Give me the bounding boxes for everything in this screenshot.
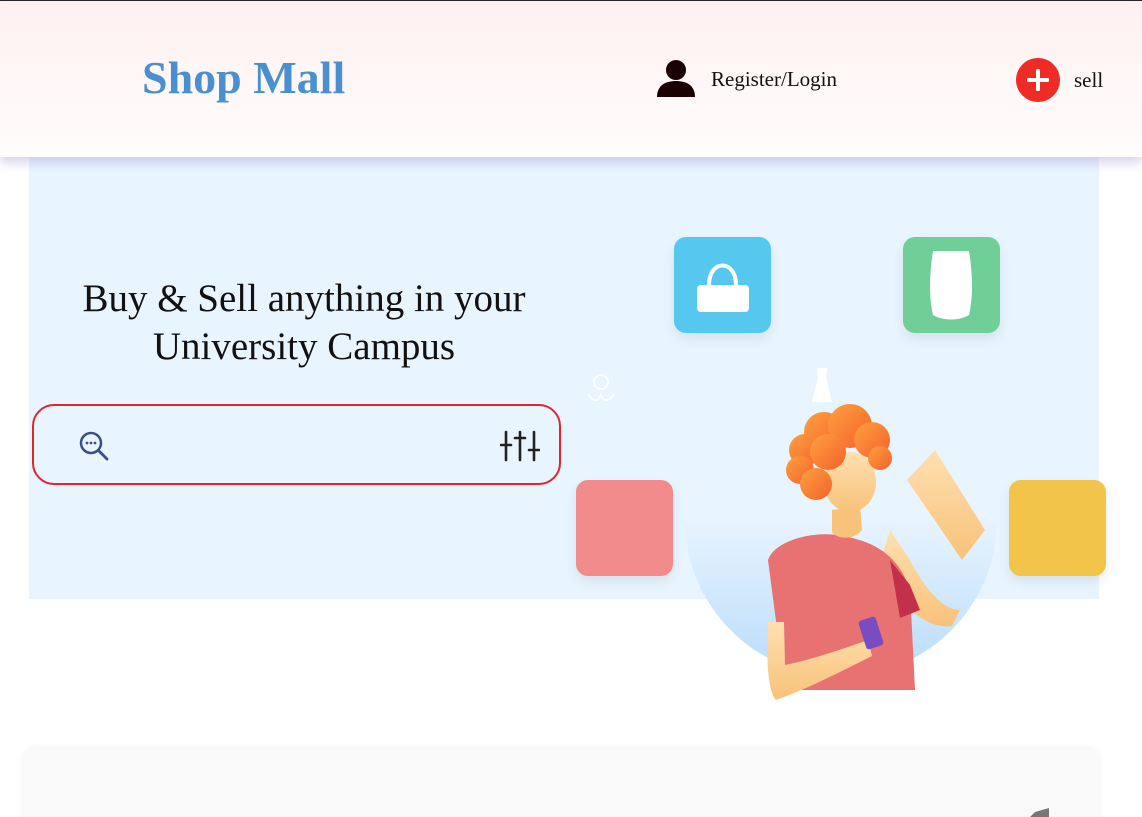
sell-label: sell bbox=[1074, 67, 1104, 92]
shopper-illustration bbox=[587, 368, 997, 700]
user-icon bbox=[657, 60, 695, 97]
sliders-icon[interactable] bbox=[500, 428, 540, 464]
search-icon[interactable] bbox=[78, 430, 110, 462]
category-tile-bag[interactable] bbox=[674, 237, 771, 333]
site-header: Shop Mall Register/Login sell bbox=[0, 1, 1142, 157]
register-login-link[interactable]: Register/Login bbox=[654, 57, 837, 101]
hero-headline: Buy & Sell anything in your University C… bbox=[82, 277, 526, 368]
search-input[interactable] bbox=[126, 424, 476, 466]
register-login-label: Register/Login bbox=[711, 66, 837, 91]
plus-circle-icon bbox=[1016, 58, 1060, 102]
category-tile-clothing[interactable] bbox=[903, 237, 1000, 333]
brand-logo[interactable]: Shop Mall bbox=[142, 51, 345, 104]
search-bar bbox=[32, 404, 561, 485]
content-card bbox=[24, 750, 1099, 817]
card-corner-icon bbox=[1030, 808, 1049, 817]
handbag-icon bbox=[697, 263, 749, 312]
skirt-icon bbox=[930, 251, 972, 320]
sell-button[interactable]: sell bbox=[1016, 58, 1103, 102]
